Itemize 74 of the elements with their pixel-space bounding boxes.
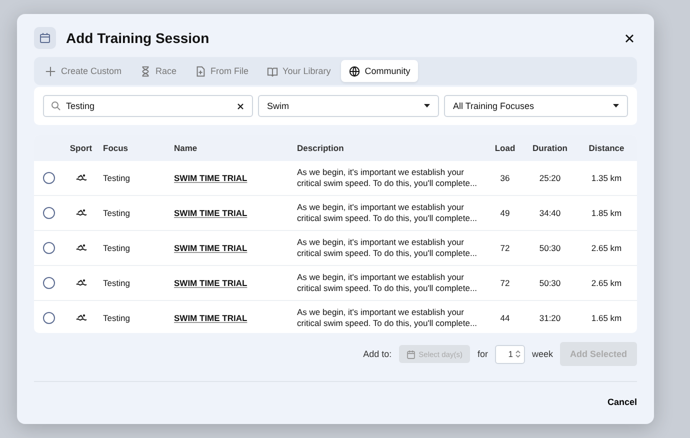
add-to-label: Add to: [363,349,392,359]
weeks-field[interactable]: 1 [494,344,525,364]
book-icon [266,66,278,76]
session-name-link[interactable]: SWIM TIME TRIAL [174,313,248,323]
load-cell: 36 [500,173,510,183]
column-header: Description [297,143,344,153]
week-label: week [532,349,553,359]
tab[interactable]: Your Library [258,60,339,82]
duration-cell: 34:40 [539,208,561,218]
tab[interactable]: Community [340,60,418,82]
session-name-link[interactable]: SWIM TIME TRIAL [174,173,248,183]
column-header: Distance [588,143,624,153]
swimmer-icon [76,314,86,321]
row-checkbox[interactable] [43,277,55,289]
swimmer-icon [76,244,86,251]
focus-cell: Testing [103,313,130,323]
description-cell-text: As we begin, it's important we establish your critical swim speed. To do this, you'll complete... [297,272,478,294]
load-cell: 72 [500,278,510,288]
distance-cell: 1.35 km [591,173,622,183]
column-header: Duration [532,143,568,153]
dialog-title: Add Training Session [66,30,210,46]
search-field[interactable]: Testing [43,95,253,117]
load-cell: 72 [500,243,510,253]
duration-cell: 25:20 [539,173,561,183]
duration-cell: 50:30 [539,243,561,253]
for-label: for [477,349,488,359]
clear-icon[interactable] [237,102,244,110]
caret-icon [424,104,430,108]
distance-cell: 2.65 km [591,278,622,288]
duration-cell: 50:30 [539,278,561,288]
caret-icon [613,104,619,108]
session-name-link[interactable]: SWIM TIME TRIAL [174,278,248,288]
close-icon [624,34,634,42]
focus-cell: Testing [103,173,130,183]
description-cell-text: As we begin, it's important we establish your critical swim speed. To do this, you'll complete... [297,166,478,190]
load-cell: 49 [500,208,510,218]
swimmer-icon [76,209,86,216]
row-checkbox[interactable] [43,207,55,219]
focus-cell: Testing [103,243,130,253]
duration-cell: 31:20 [539,313,561,323]
session-name-link[interactable]: SWIM TIME TRIAL [174,208,248,218]
distance-cell: 2.65 km [591,243,622,253]
focus-dropdown[interactable]: All Training Focuses [444,95,628,117]
stepper-icon[interactable] [514,349,521,359]
search-icon [51,101,61,111]
tab[interactable]: Create Custom [37,60,130,82]
description-cell-text: As we begin, it's important we establish your critical swim speed. To do this, you'll complete... [297,202,478,224]
distance-cell: 1.65 km [591,313,622,323]
row-checkbox[interactable] [43,242,55,254]
calendar-icon [34,27,56,49]
column-header: Focus [103,143,128,153]
swimmer-icon [76,174,86,181]
sport-dropdown[interactable]: Swim [258,95,439,117]
description-cell-text: As we begin, it's important we establish your critical swim speed. To do this, you'll complete... [297,306,478,330]
description-cell-text: As we begin, it's important we establish your critical swim speed. To do this, you'll complete... [297,236,478,260]
column-header: Sport [70,143,92,153]
hourglass-icon [140,66,151,76]
distance-cell: 1.85 km [591,208,622,218]
session-name-link[interactable]: SWIM TIME TRIAL [174,243,248,253]
row-checkbox[interactable] [43,312,55,324]
column-header: Load [494,143,516,153]
calendar-icon [406,350,415,358]
cancel-button[interactable]: Cancel [607,393,637,411]
file-icon [194,66,206,76]
column-header: Name [174,143,198,153]
globe-icon [348,66,360,76]
row-checkbox[interactable] [43,172,55,184]
swimmer-icon [76,279,86,286]
tab[interactable]: From File [186,60,257,82]
plus-icon [45,66,56,76]
focus-cell: Testing [103,278,130,288]
load-cell: 44 [500,313,510,323]
focus-cell: Testing [103,208,130,218]
tab[interactable]: Race [132,60,185,82]
